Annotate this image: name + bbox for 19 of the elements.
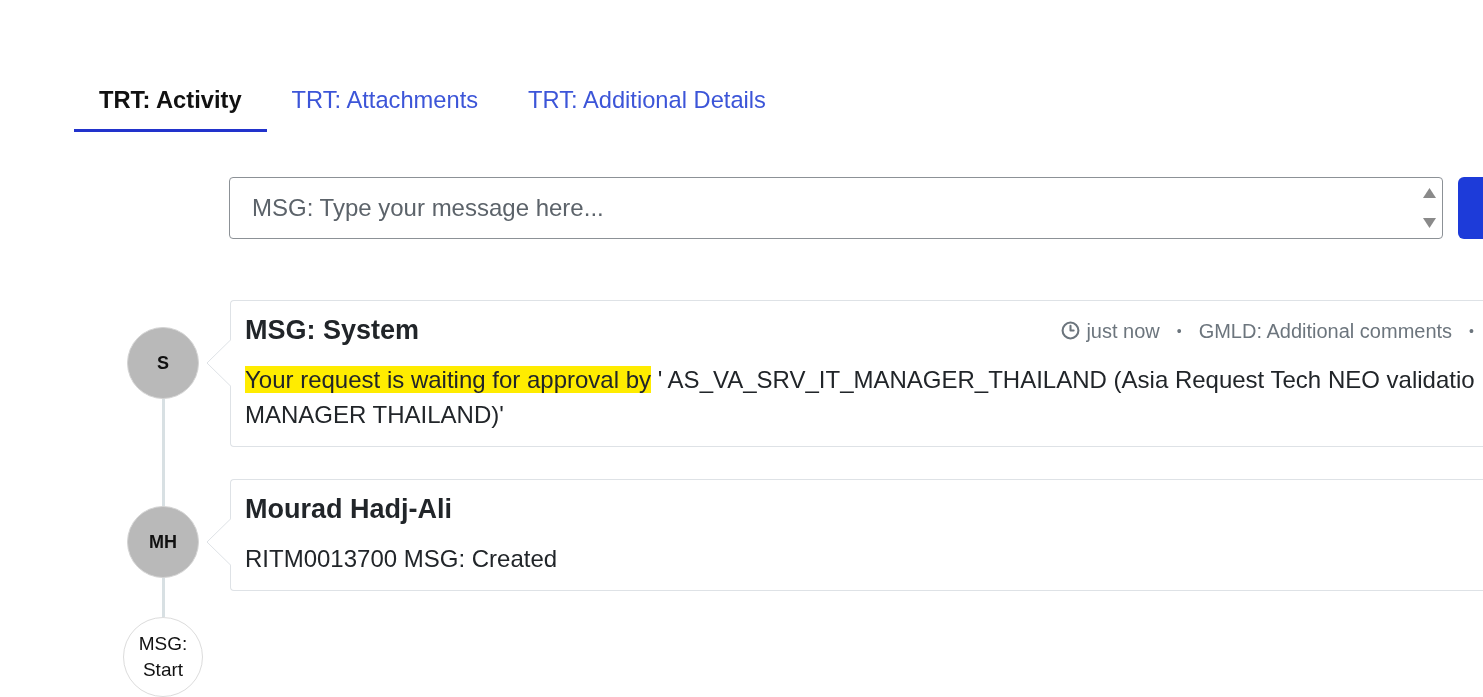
scroll-up-icon[interactable] [1422,188,1436,198]
comment-type: GMLD: Additional comments [1198,318,1453,343]
tab[interactable]: TRT: Activity [74,71,267,132]
tab[interactable]: TRT: Additional Details [503,71,791,132]
separator-dot: • [1176,321,1182,341]
clock-icon [1061,321,1081,340]
user-avatar: S [127,327,199,399]
message-text: RITM0013700 MSG: Created [245,544,559,574]
message-text: Your request is waiting for approval by ' AS_VA_SRV_IT_MANAGER_THAILAND (Asia Request Tech NEO validatio MANAGER THAILAND)' [245,365,1476,430]
separator-dot: • [1469,321,1474,341]
author-name: MSG: System [245,315,420,346]
start-node: MSG: Start [123,617,203,697]
author-name: Mourad Hadj-Ali [245,494,452,525]
timestamp: just now [1086,318,1160,343]
scroll-down-icon[interactable] [1422,218,1436,228]
tab[interactable]: TRT: Attachments [266,71,504,132]
message-field[interactable]: MSG: Type your message here... [229,177,1443,239]
timeline-connector [161,578,165,617]
user-avatar: MH [127,506,199,578]
